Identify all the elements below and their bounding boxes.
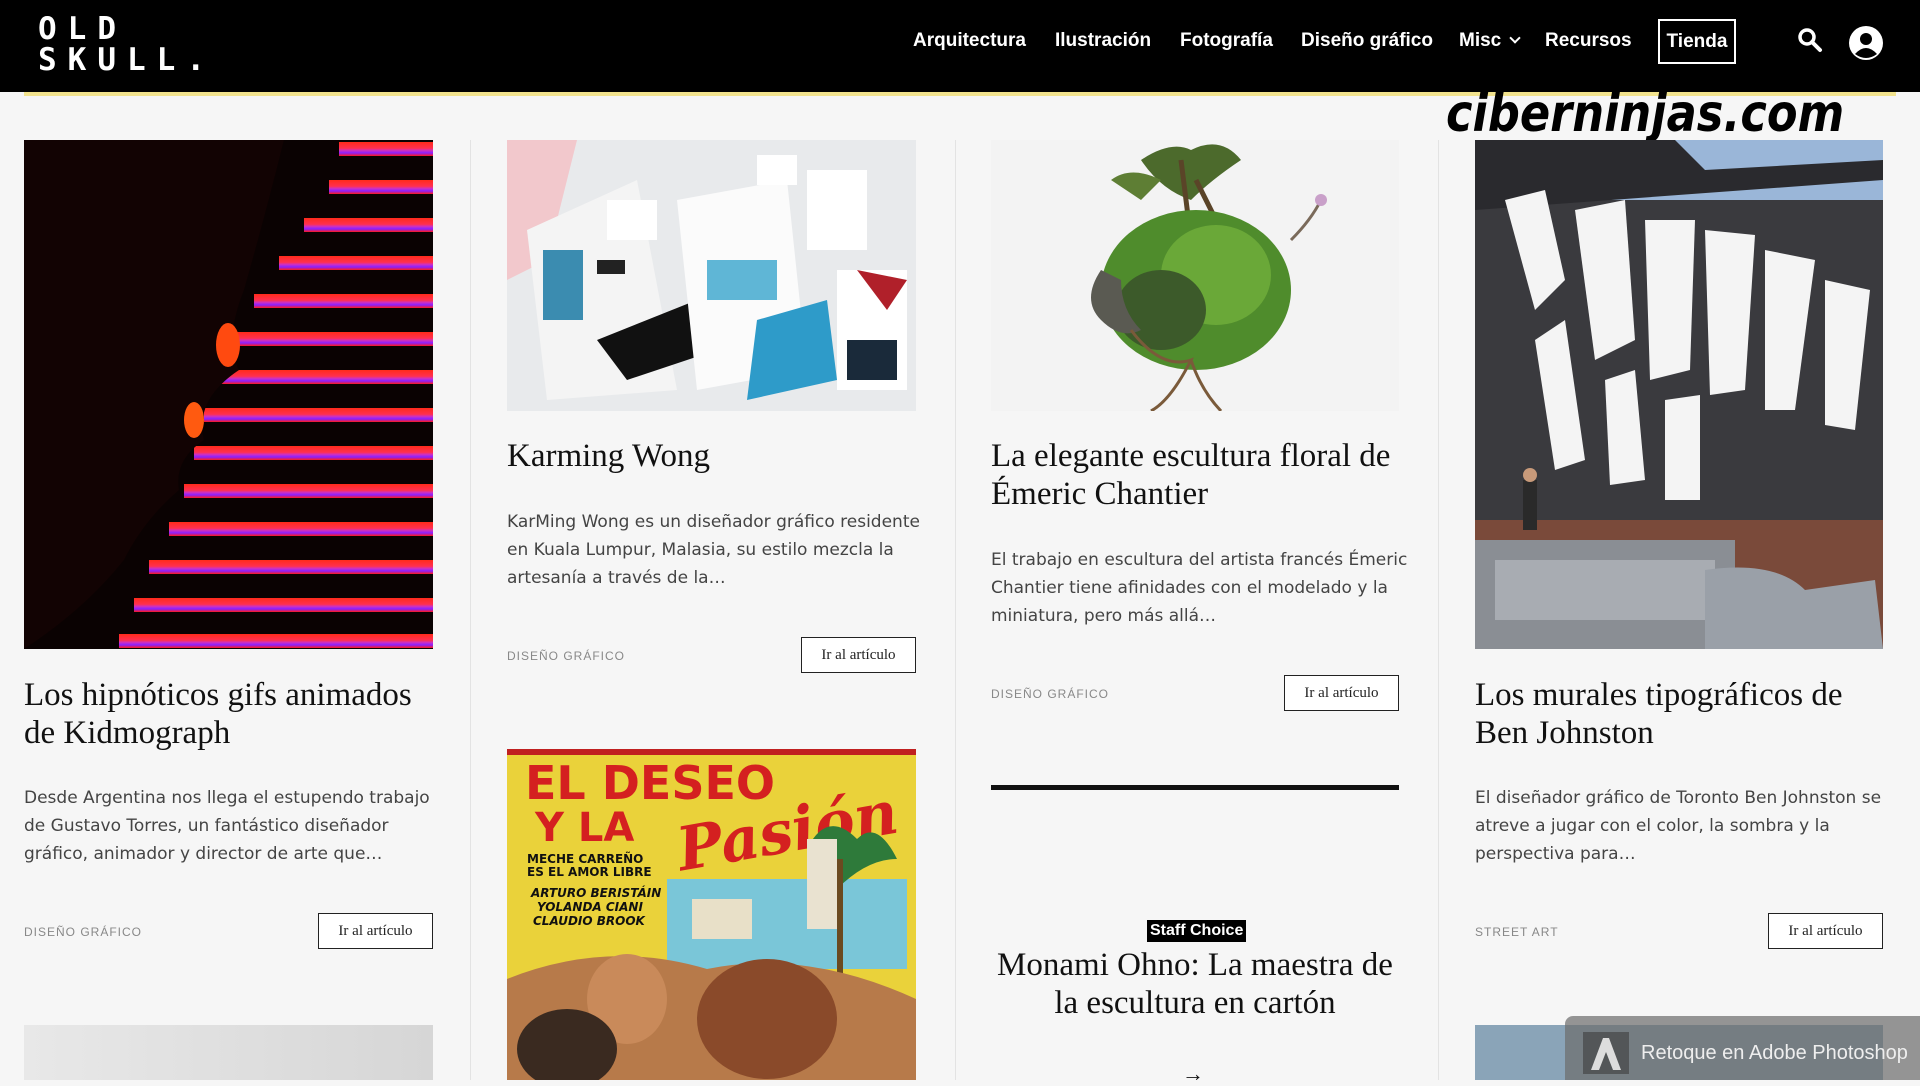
article-image-emeric-chantier[interactable] bbox=[991, 140, 1399, 411]
column-divider bbox=[1438, 140, 1439, 1080]
article-category[interactable]: STREET ART bbox=[1475, 925, 1559, 939]
article-category[interactable]: DISEÑO GRÁFICO bbox=[991, 687, 1109, 701]
column-divider bbox=[470, 140, 471, 1080]
logo-dot: . bbox=[186, 42, 216, 78]
staff-choice-badge: Staff Choice bbox=[1147, 920, 1247, 942]
shop-button[interactable]: Tienda bbox=[1658, 19, 1736, 64]
poster-credit: CLAUDIO BROOK bbox=[533, 914, 647, 928]
article-title[interactable]: Los murales tipográficos de Ben Johnston bbox=[1475, 676, 1895, 752]
article-excerpt: Desde Argentina nos llega el estupendo t… bbox=[24, 788, 430, 864]
featured-divider bbox=[991, 785, 1399, 790]
site-logo[interactable]: OLD SKULL. bbox=[38, 11, 205, 78]
poster-title-line1: EL DESEO bbox=[525, 756, 775, 810]
poster-credit: MECHE CARREÑO bbox=[527, 851, 643, 866]
poster-title-line2: Y LA bbox=[534, 805, 634, 851]
nav-fotografia[interactable]: Fotografía bbox=[1180, 30, 1273, 52]
read-article-button[interactable]: Ir al artículo bbox=[801, 637, 916, 673]
nav-recursos[interactable]: Recursos bbox=[1545, 30, 1632, 52]
logo-line-2: SKULL. bbox=[38, 42, 205, 78]
nav-ilustracion[interactable]: Ilustración bbox=[1055, 30, 1151, 52]
logo-line-2-text: SKULL bbox=[38, 42, 187, 78]
article-title[interactable]: Los hipnóticos gifs animados de Kidmogra… bbox=[24, 676, 444, 752]
watermark-text: ciberninjas.com bbox=[1446, 84, 1845, 144]
top-navigation-bar: OLD SKULL. Arquitectura Ilustración Foto… bbox=[0, 0, 1920, 92]
nav-diseno-grafico[interactable]: Diseño gráfico bbox=[1301, 30, 1433, 52]
article-category[interactable]: DISEÑO GRÁFICO bbox=[24, 925, 142, 939]
logo-line-1: OLD bbox=[38, 11, 127, 47]
article-excerpt: El diseñador gráfico de Toronto Ben John… bbox=[1475, 788, 1882, 864]
nav-arquitectura[interactable]: Arquitectura bbox=[913, 30, 1026, 52]
chevron-down-icon bbox=[1509, 32, 1521, 44]
article-image-ben-johnston[interactable] bbox=[1475, 140, 1883, 649]
article-title[interactable]: Karming Wong bbox=[507, 437, 927, 475]
poster-credit: YOLANDA CIANI bbox=[537, 900, 643, 914]
search-icon[interactable] bbox=[1797, 27, 1823, 53]
adobe-popup-text: Retoque en Adobe Photoshop bbox=[1641, 1042, 1908, 1064]
article-excerpt: El trabajo en escultura del artista fran… bbox=[991, 550, 1408, 626]
article-excerpt: KarMing Wong es un diseñador gráfico res… bbox=[507, 512, 920, 588]
article-category[interactable]: DISEÑO GRÁFICO bbox=[507, 649, 625, 663]
article-image-next[interactable] bbox=[24, 1025, 433, 1080]
read-article-button[interactable]: Ir al artículo bbox=[1284, 675, 1399, 711]
poster-credit: ARTURO BERISTÁIN bbox=[530, 885, 661, 900]
read-article-button[interactable]: Ir al artículo bbox=[1768, 913, 1883, 949]
article-image-karming-wong[interactable] bbox=[507, 140, 916, 411]
featured-title[interactable]: Monami Ohno: La maestra de la escultura … bbox=[991, 946, 1399, 1022]
read-article-button[interactable]: Ir al artículo bbox=[318, 913, 433, 949]
adobe-logo-icon bbox=[1583, 1032, 1629, 1074]
article-title[interactable]: La elegante escultura floral de Émeric C… bbox=[991, 437, 1411, 513]
column-divider bbox=[955, 140, 956, 1080]
nav-misc-label: Misc bbox=[1459, 30, 1502, 51]
nav-misc[interactable]: Misc bbox=[1459, 30, 1521, 52]
article-image-el-deseo-poster[interactable]: EL DESEO Y LA Pasión MECHE CARREÑO ES EL… bbox=[507, 749, 916, 1080]
user-icon[interactable] bbox=[1849, 26, 1883, 60]
arrow-right-icon[interactable]: → bbox=[1182, 1063, 1204, 1085]
poster-credit: ES EL AMOR LIBRE bbox=[527, 865, 652, 879]
adobe-photoshop-popup[interactable]: Retoque en Adobe Photoshop bbox=[1565, 1016, 1920, 1080]
article-image-kidmograph[interactable] bbox=[24, 140, 433, 649]
